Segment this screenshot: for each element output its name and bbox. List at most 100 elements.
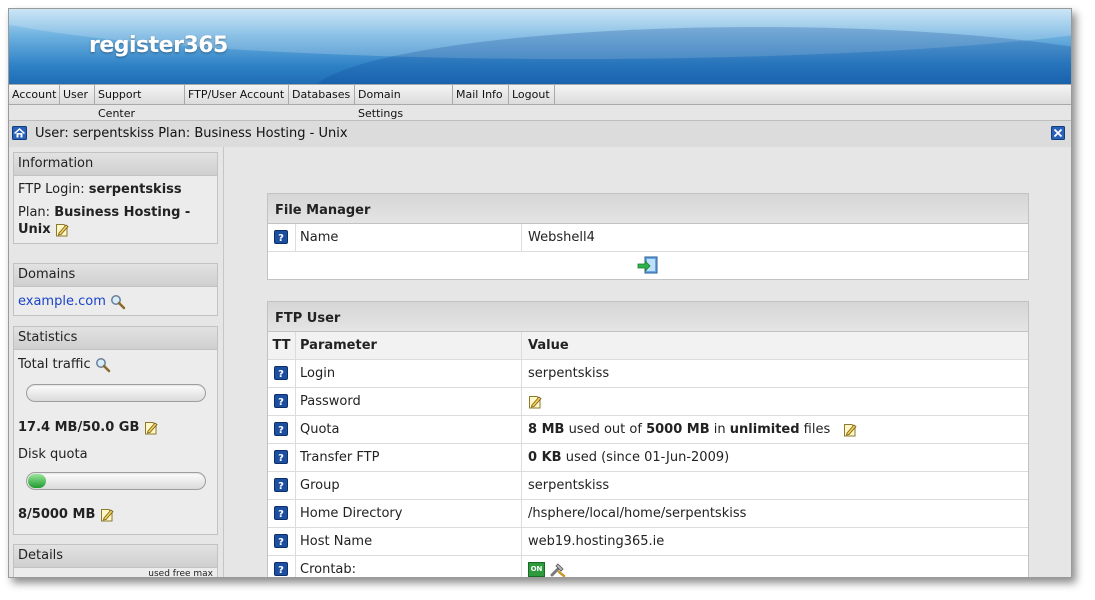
crontab-label: Crontab: bbox=[296, 556, 522, 577]
help-icon[interactable]: ? bbox=[274, 534, 288, 548]
menu-item-domain-settings[interactable]: Domain Settings bbox=[355, 85, 453, 120]
domains-box: Domains example.com bbox=[13, 263, 218, 316]
login-value: serpentskiss bbox=[528, 366, 610, 381]
plan-label: Plan: bbox=[18, 205, 51, 220]
svg-text:?: ? bbox=[278, 425, 284, 436]
quota-total: 5000 MB bbox=[646, 422, 710, 437]
quota-text: used out of bbox=[568, 422, 642, 437]
svg-text:?: ? bbox=[278, 565, 284, 576]
close-icon[interactable] bbox=[1051, 126, 1065, 140]
quota-files: unlimited bbox=[729, 422, 800, 437]
domain-line: example.com bbox=[14, 293, 217, 310]
home-icon[interactable] bbox=[12, 126, 27, 140]
ftp-user-header: FTP User bbox=[268, 302, 1028, 332]
crontab-value: ON bbox=[523, 556, 566, 578]
information-box: Information FTP Login: serpentskiss Plan… bbox=[13, 152, 218, 244]
group-label: Group bbox=[296, 472, 522, 499]
file-manager-header: File Manager bbox=[268, 194, 1028, 224]
edit-icon[interactable] bbox=[55, 222, 69, 237]
transfer-value: 0 KB used (since 01-Jun-2009) bbox=[523, 444, 729, 471]
home-directory-label: Home Directory bbox=[296, 500, 522, 527]
plan-line: Plan: Business Hosting - bbox=[14, 204, 217, 221]
transfer-label: Transfer FTP bbox=[296, 444, 522, 471]
file-manager-action-row bbox=[268, 252, 1028, 279]
table-row: ? Password bbox=[268, 388, 1028, 416]
main-content: File Manager ? Name Webshell4 FTP User T… bbox=[224, 147, 1071, 577]
disk-progress-wrap bbox=[14, 472, 217, 490]
edit-icon[interactable] bbox=[100, 507, 114, 522]
browser-page: register365 Account User Support Center … bbox=[8, 8, 1072, 578]
domain-link[interactable]: example.com bbox=[18, 294, 106, 309]
ftp-login-label: FTP Login: bbox=[18, 182, 85, 197]
details-box: Details used free max bbox=[13, 544, 218, 577]
traffic-progress-wrap bbox=[14, 384, 217, 402]
ftp-login-line: FTP Login: serpentskiss bbox=[14, 181, 217, 198]
edit-icon[interactable] bbox=[528, 394, 542, 409]
password-label: Password bbox=[296, 388, 522, 415]
plan-value-cont: Unix bbox=[18, 222, 51, 237]
table-row: ? Transfer FTP 0 KB used (since 01-Jun-2… bbox=[268, 444, 1028, 472]
svg-text:?: ? bbox=[278, 233, 284, 244]
menu-item-databases[interactable]: Databases bbox=[289, 85, 355, 104]
traffic-line: Total traffic bbox=[14, 356, 217, 373]
traffic-value-line: 17.4 MB/50.0 GB bbox=[14, 419, 217, 436]
host-name-value: web19.hosting365.ie bbox=[528, 534, 665, 549]
col-tt: TT bbox=[268, 332, 296, 359]
svg-text:?: ? bbox=[278, 369, 284, 380]
magnifier-icon[interactable] bbox=[95, 357, 111, 373]
ftp-user-panel: FTP User TT Parameter Value ? Login serp… bbox=[267, 301, 1029, 578]
col-parameter: Parameter bbox=[296, 332, 522, 359]
help-icon[interactable]: ? bbox=[274, 478, 288, 492]
help-icon[interactable]: ? bbox=[274, 562, 288, 576]
file-manager-panel: File Manager ? Name Webshell4 bbox=[267, 193, 1029, 280]
quota-text: in bbox=[713, 422, 726, 437]
disk-quota-label: Disk quota bbox=[18, 447, 88, 462]
crontab-on-badge[interactable]: ON bbox=[528, 562, 545, 577]
traffic-label: Total traffic bbox=[18, 357, 91, 372]
details-header: Details bbox=[14, 545, 217, 568]
disk-value-line: 8/5000 MB bbox=[14, 506, 217, 523]
magnifier-icon[interactable] bbox=[110, 294, 126, 310]
tools-icon[interactable] bbox=[549, 561, 566, 578]
menu-item-support-center[interactable]: Support Center bbox=[95, 85, 185, 120]
help-icon[interactable]: ? bbox=[274, 506, 288, 520]
launch-icon[interactable] bbox=[637, 256, 659, 276]
header-banner: register365 bbox=[9, 9, 1071, 84]
statistics-header: Statistics bbox=[14, 327, 217, 350]
transfer-text: used (since 01-Jun-2009) bbox=[565, 450, 730, 465]
help-icon[interactable]: ? bbox=[274, 230, 288, 244]
help-icon[interactable]: ? bbox=[274, 394, 288, 408]
menu-item-mail-info[interactable]: Mail Info bbox=[453, 85, 509, 104]
login-label: Login bbox=[296, 360, 522, 387]
page-title: User: serpentskiss Plan: Business Hostin… bbox=[35, 126, 348, 141]
name-value: Webshell4 bbox=[528, 230, 595, 245]
menu-item-ftp-user-account[interactable]: FTP/User Account bbox=[185, 85, 289, 104]
group-value: serpentskiss bbox=[528, 478, 610, 493]
table-header-row: TT Parameter Value bbox=[268, 332, 1028, 360]
svg-text:?: ? bbox=[278, 397, 284, 408]
edit-icon[interactable] bbox=[843, 422, 857, 437]
svg-text:?: ? bbox=[278, 509, 284, 520]
help-icon[interactable]: ? bbox=[274, 450, 288, 464]
password-value bbox=[523, 388, 542, 415]
menu-item-logout[interactable]: Logout bbox=[509, 85, 555, 104]
menu-item-account[interactable]: Account bbox=[9, 85, 60, 104]
ftp-login-value: serpentskiss bbox=[88, 182, 182, 197]
help-icon[interactable]: ? bbox=[274, 422, 288, 436]
help-icon[interactable]: ? bbox=[274, 366, 288, 380]
quota-text: files bbox=[803, 422, 831, 437]
table-row: ? Host Name web19.hosting365.ie bbox=[268, 528, 1028, 556]
transfer-amount: 0 KB bbox=[528, 450, 562, 465]
disk-progress-fill bbox=[27, 474, 46, 488]
page-title-bar: User: serpentskiss Plan: Business Hostin… bbox=[9, 120, 1071, 148]
svg-text:?: ? bbox=[278, 537, 284, 548]
col-value: Value bbox=[528, 338, 569, 353]
statistics-box: Statistics Total traffic 17.4 MB/50.0 GB bbox=[13, 326, 218, 535]
svg-text:?: ? bbox=[278, 453, 284, 464]
table-row: ? Group serpentskiss bbox=[268, 472, 1028, 500]
menu-item-user[interactable]: User bbox=[60, 85, 95, 104]
sidebar: Information FTP Login: serpentskiss Plan… bbox=[9, 147, 224, 577]
quota-value: 8 MB used out of 5000 MB in unlimited fi… bbox=[523, 416, 857, 443]
edit-icon[interactable] bbox=[144, 420, 158, 435]
plan-line-2: Unix bbox=[14, 221, 217, 238]
